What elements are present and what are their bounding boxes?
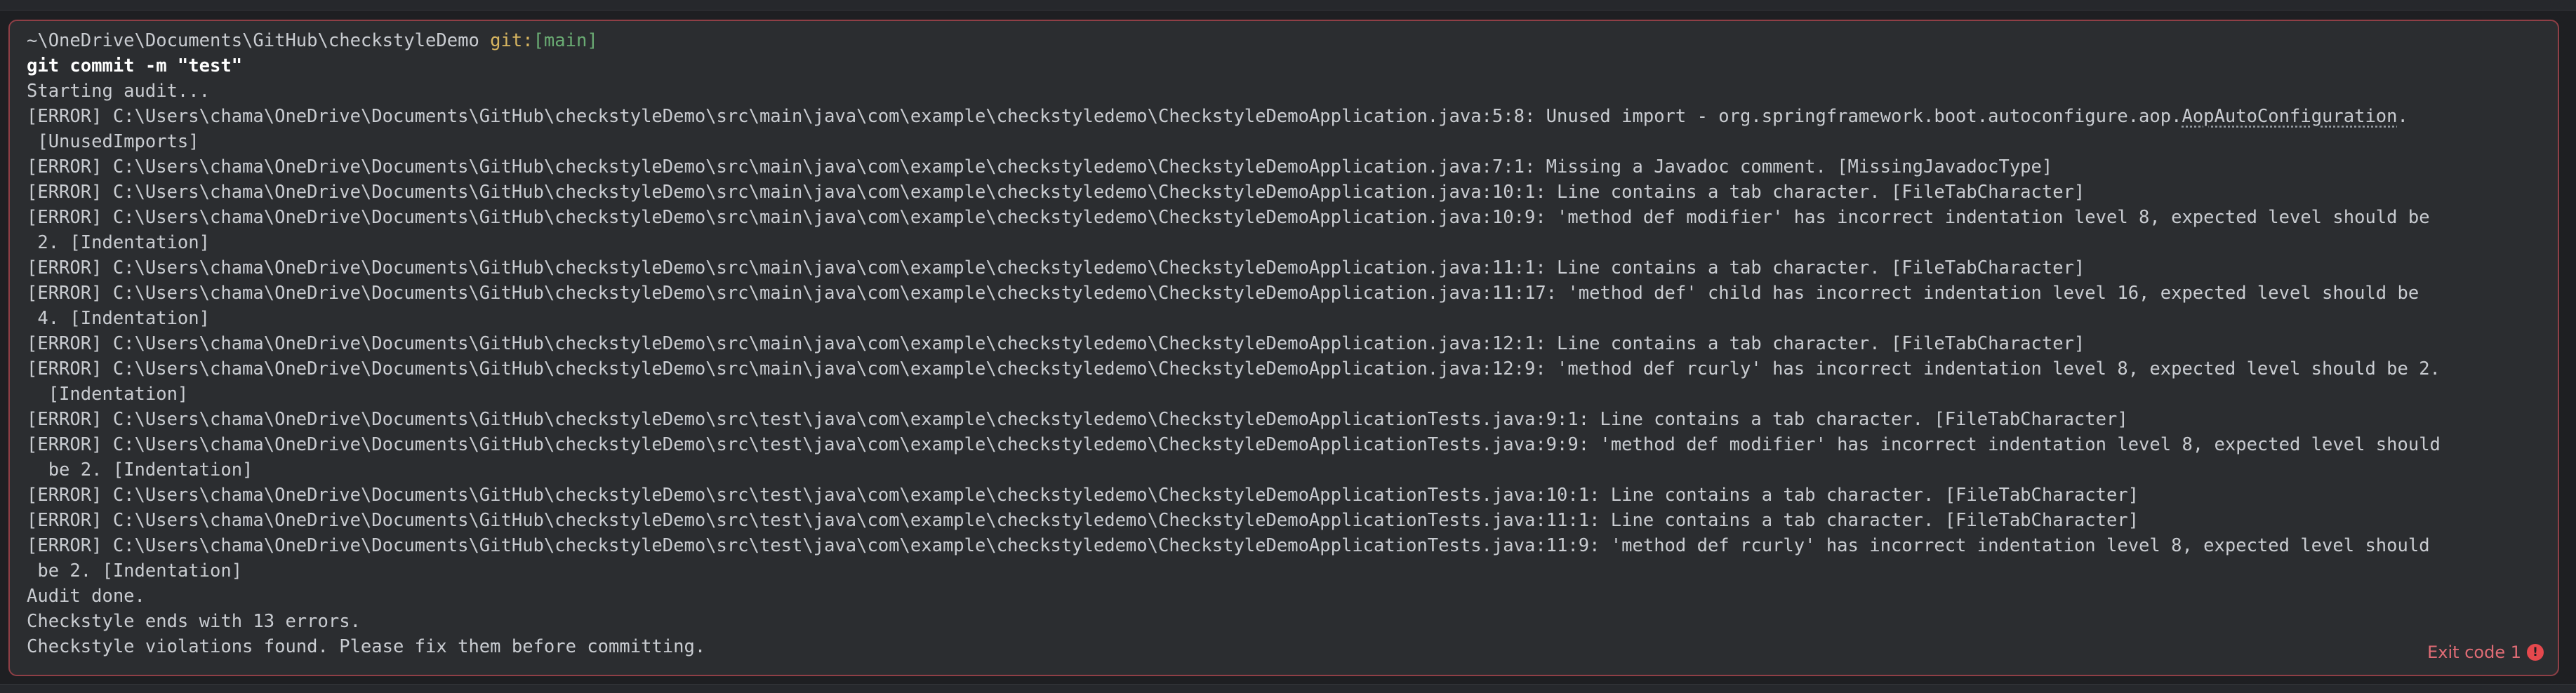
output-line: Starting audit... [27, 81, 210, 102]
command-line: git commit -m "test" [27, 55, 243, 76]
output-line: [ERROR] C:\Users\chama\OneDrive\Document… [27, 485, 2139, 506]
output-line: [ERROR] C:\Users\chama\OneDrive\Document… [27, 156, 2053, 177]
class-reference-link[interactable]: AopAutoConfiguration [2182, 106, 2397, 127]
output-text: . [2397, 106, 2408, 127]
output-line: [ERROR] C:\Users\chama\OneDrive\Document… [27, 104, 2558, 129]
output-line: [ERROR] C:\Users\chama\OneDrive\Document… [27, 510, 2139, 531]
output-line: [ERROR] C:\Users\chama\OneDrive\Document… [27, 535, 2430, 556]
output-text: [ERROR] C:\Users\chama\OneDrive\Document… [27, 106, 2182, 127]
terminal-command-block[interactable]: ~\OneDrive\Documents\GitHub\checkstyleDe… [8, 20, 2559, 676]
output-line: Audit done. [27, 586, 145, 607]
error-icon: ! [2527, 644, 2544, 661]
prompt-path: ~\OneDrive\Documents\GitHub\checkstyleDe… [27, 30, 479, 51]
output-line: be 2. [Indentation] [27, 560, 243, 581]
prompt-branch: [main] [533, 30, 598, 51]
output-line: [ERROR] C:\Users\chama\OneDrive\Document… [27, 182, 2085, 203]
exit-code-label: Exit code 1 [2427, 642, 2521, 662]
output-line: [ERROR] C:\Users\chama\OneDrive\Document… [27, 257, 2085, 278]
output-line: [ERROR] C:\Users\chama\OneDrive\Document… [27, 358, 2441, 379]
top-panel-edge [0, 0, 2576, 11]
output-line: Checkstyle violations found. Please fix … [27, 636, 706, 657]
output-line: Checkstyle ends with 13 errors. [27, 611, 361, 632]
output-line: [Indentation] [27, 384, 189, 405]
prompt-git-label: git: [490, 30, 533, 51]
output-line: [ERROR] C:\Users\chama\OneDrive\Document… [27, 333, 2085, 354]
output-line: be 2. [Indentation] [27, 459, 253, 480]
output-line: [ERROR] C:\Users\chama\OneDrive\Document… [27, 207, 2430, 228]
output-line: [ERROR] C:\Users\chama\OneDrive\Document… [27, 409, 2128, 430]
output-line: 4. [Indentation] [27, 308, 210, 329]
prompt-line: ~\OneDrive\Documents\GitHub\checkstyleDe… [27, 28, 2558, 53]
bottom-panel-edge [0, 684, 2576, 693]
output-line: [ERROR] C:\Users\chama\OneDrive\Document… [27, 434, 2441, 455]
exit-code-status[interactable]: Exit code 1 ! [2427, 642, 2544, 662]
output-line: [UnusedImports] [27, 131, 199, 152]
output-line: 2. [Indentation] [27, 232, 210, 253]
output-line: [ERROR] C:\Users\chama\OneDrive\Document… [27, 283, 2419, 304]
